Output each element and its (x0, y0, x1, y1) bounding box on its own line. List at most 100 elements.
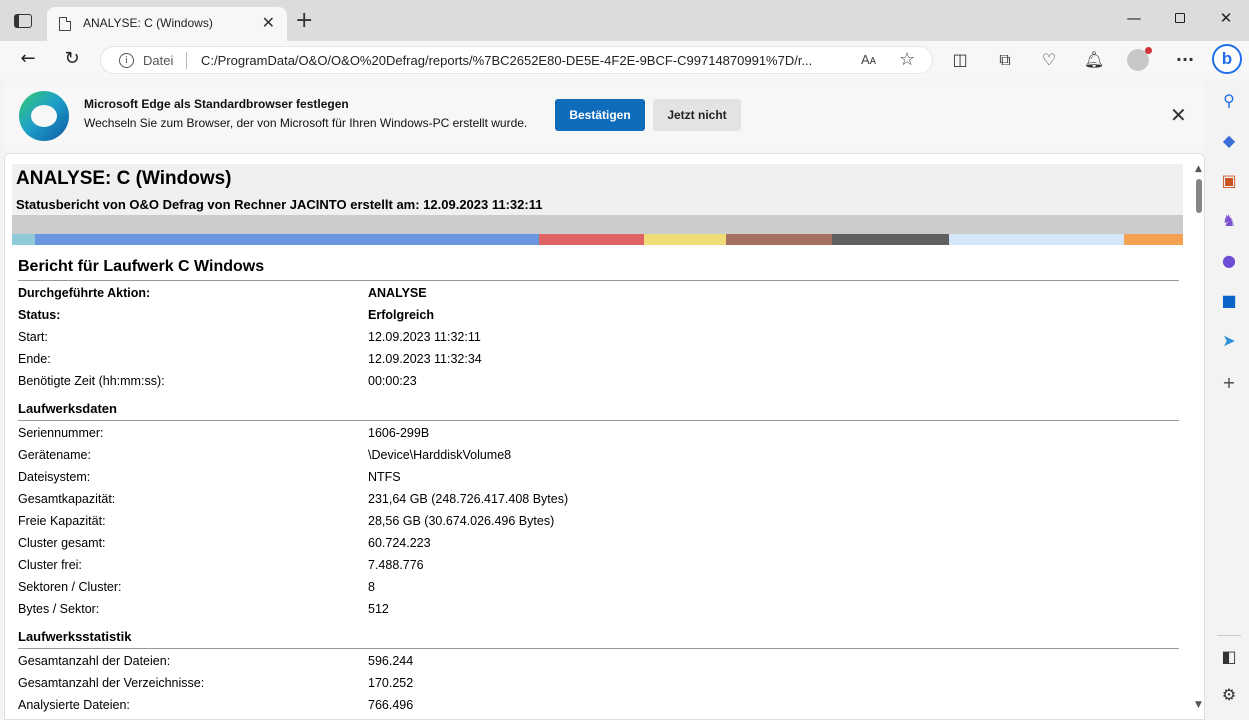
bing-copilot-icon[interactable]: b (1212, 44, 1242, 74)
row-value: 1606-299B (368, 426, 430, 440)
info-icon[interactable]: i (119, 53, 134, 68)
section-title: Bericht für Laufwerk C Windows (18, 258, 265, 275)
row-label: Dateisystem: (18, 470, 91, 484)
outlook-icon[interactable]: ■ (1218, 290, 1240, 312)
profile-avatar[interactable] (1127, 47, 1152, 71)
settings-icon[interactable]: ⚙ (1218, 684, 1240, 706)
address-bar[interactable]: i Datei C:/ProgramData/O&O/O&O%20Defrag/… (100, 46, 933, 74)
read-aloud-icon[interactable]: Aᴀ (861, 52, 876, 67)
row-value: 231,64 GB (248.726.417.408 Bytes) (368, 492, 569, 506)
split-screen-icon[interactable]: ◫ (949, 50, 971, 70)
office-icon[interactable]: ● (1218, 250, 1240, 272)
favorite-star-icon[interactable]: ☆ (899, 49, 915, 70)
performance-icon[interactable]: ♡ (1038, 50, 1060, 70)
address-url[interactable]: C:/ProgramData/O&O/O&O%20Defrag/reports/… (201, 53, 812, 68)
notifications-icon[interactable]: 🔔︎ (1083, 50, 1105, 70)
default-browser-banner: Microsoft Edge als Standardbrowser festl… (4, 81, 1204, 151)
tag-icon[interactable]: ◆ (1218, 130, 1240, 152)
row-value: 00:00:23 (368, 374, 417, 388)
row-value: 12.09.2023 11:32:11 (368, 330, 481, 344)
not-now-button[interactable]: Jetzt nicht (653, 99, 741, 131)
banner-title: Microsoft Edge als Standardbrowser festl… (84, 97, 349, 111)
new-tab-icon[interactable]: + (295, 10, 313, 32)
table-row: Sektoren / Cluster: 8 (18, 576, 1178, 598)
table-row: Bytes / Sektor: 512 (18, 598, 1178, 620)
row-value: 596.244 (368, 654, 414, 668)
header-strip (12, 215, 1183, 234)
send-icon[interactable]: ➤ (1218, 330, 1240, 352)
table-row: Freie Kapazität: 28,56 GB (30.674.026.496… (18, 510, 1178, 532)
row-label: Freie Kapazität: (18, 514, 106, 528)
row-label: Analysierte Dateien: (18, 698, 130, 712)
tab-actions-icon[interactable] (14, 14, 32, 28)
report-title: ANALYSE: C (Windows) (16, 168, 232, 189)
color-bar-segment (726, 234, 832, 245)
color-bar-segment (644, 234, 727, 245)
drive-stats-rule (18, 648, 1179, 649)
row-value: 766.496 (368, 698, 414, 712)
sidepanel-icon[interactable]: ◧ (1218, 646, 1240, 668)
search-icon[interactable]: ⚲ (1218, 90, 1240, 112)
color-bar-segment (12, 234, 36, 245)
edge-logo-icon (19, 91, 69, 141)
table-row: Cluster gesamt: 60.724.223 (18, 532, 1178, 554)
row-value: 512 (368, 602, 389, 616)
reload-icon[interactable]: ↻ (60, 49, 84, 69)
address-separator (186, 52, 187, 69)
page-content: ANALYSE: C (Windows) Statusbericht von O… (4, 153, 1205, 720)
table-row: Benötigte Zeit (hh:mm:ss): 00:00:23 (18, 370, 1178, 392)
collections-icon[interactable]: ⧉ (994, 50, 1016, 70)
scroll-down-icon[interactable]: ▼ (1195, 700, 1202, 710)
window-close-icon[interactable]: ✕ (1206, 9, 1246, 27)
table-row: Gesamtanzahl der Verzeichnisse: 170.252 (18, 672, 1178, 694)
row-label: Bytes / Sektor: (18, 602, 100, 616)
confirm-button[interactable]: Bestätigen (555, 99, 645, 131)
banner-close-icon[interactable]: ✕ (1170, 103, 1187, 127)
report-subtitle: Statusbericht von O&O Defrag von Rechner… (16, 197, 543, 212)
color-bar-segment (1124, 234, 1183, 245)
row-value: 170.252 (368, 676, 414, 690)
report-header: ANALYSE: C (Windows) Statusbericht von O… (12, 164, 1183, 215)
table-row: Seriennummer: 1606-299B (18, 422, 1178, 444)
row-label: Start: (18, 330, 48, 344)
row-value: 7.488.776 (368, 558, 424, 572)
row-value: NTFS (368, 470, 401, 484)
row-label: Seriennummer: (18, 426, 104, 440)
row-label: Gesamtkapazität: (18, 492, 116, 506)
color-bar-segment (538, 234, 645, 245)
scroll-up-icon[interactable]: ▲ (1195, 164, 1202, 174)
maximize-icon[interactable] (1160, 9, 1200, 27)
row-label: Ende: (18, 352, 51, 366)
tab-title: ANALYSE: C (Windows) (83, 16, 213, 30)
row-label: Cluster gesamt: (18, 536, 106, 550)
table-row: Gesamtkapazität: 231,64 GB (248.726.417.4… (18, 488, 1178, 510)
more-options-icon[interactable]: ··· (1174, 50, 1196, 70)
add-icon[interactable]: + (1218, 372, 1240, 394)
back-icon[interactable]: ← (16, 49, 40, 69)
minimize-icon[interactable]: — (1114, 9, 1154, 27)
toolbox-icon[interactable]: ▣ (1218, 170, 1240, 192)
row-label: Gesamtanzahl der Dateien: (18, 654, 171, 668)
row-label: Status: (18, 308, 61, 322)
games-icon[interactable]: ♞ (1218, 210, 1240, 232)
row-value: ANALYSE (368, 286, 427, 300)
navigation-bar: ← ↻ i Datei C:/ProgramData/O&O/O&O%20Def… (0, 41, 1249, 79)
scroll-thumb[interactable] (1196, 179, 1202, 213)
tab-close-icon[interactable]: ✕ (262, 13, 275, 32)
edge-sidebar: ⚲ ◆ ▣ ♞ ● ■ ➤ + ◧ ⚙ (1209, 80, 1249, 720)
sidebar-separator (1217, 635, 1241, 636)
row-value: 8 (368, 580, 375, 594)
browser-tab[interactable]: ANALYSE: C (Windows) ✕ (47, 7, 287, 41)
table-row: Status: Erfolgreich (18, 304, 1178, 326)
cluster-color-bar (12, 234, 1183, 245)
row-value: 60.724.223 (368, 536, 431, 550)
scrollbar[interactable]: ▲ ▼ (1192, 162, 1204, 719)
table-row: Durchgeführte Aktion: ANALYSE (18, 282, 1178, 304)
table-row: Analysierte Dateien: 766.496 (18, 694, 1178, 716)
table-row: Gerätename: \Device\HarddiskVolume8 (18, 444, 1178, 466)
address-scheme: Datei (143, 53, 174, 68)
table-row: Ende: 12.09.2023 11:32:34 (18, 348, 1178, 370)
drive-data-rule (18, 420, 1179, 421)
section-rule (18, 280, 1179, 281)
color-bar-segment (35, 234, 539, 245)
